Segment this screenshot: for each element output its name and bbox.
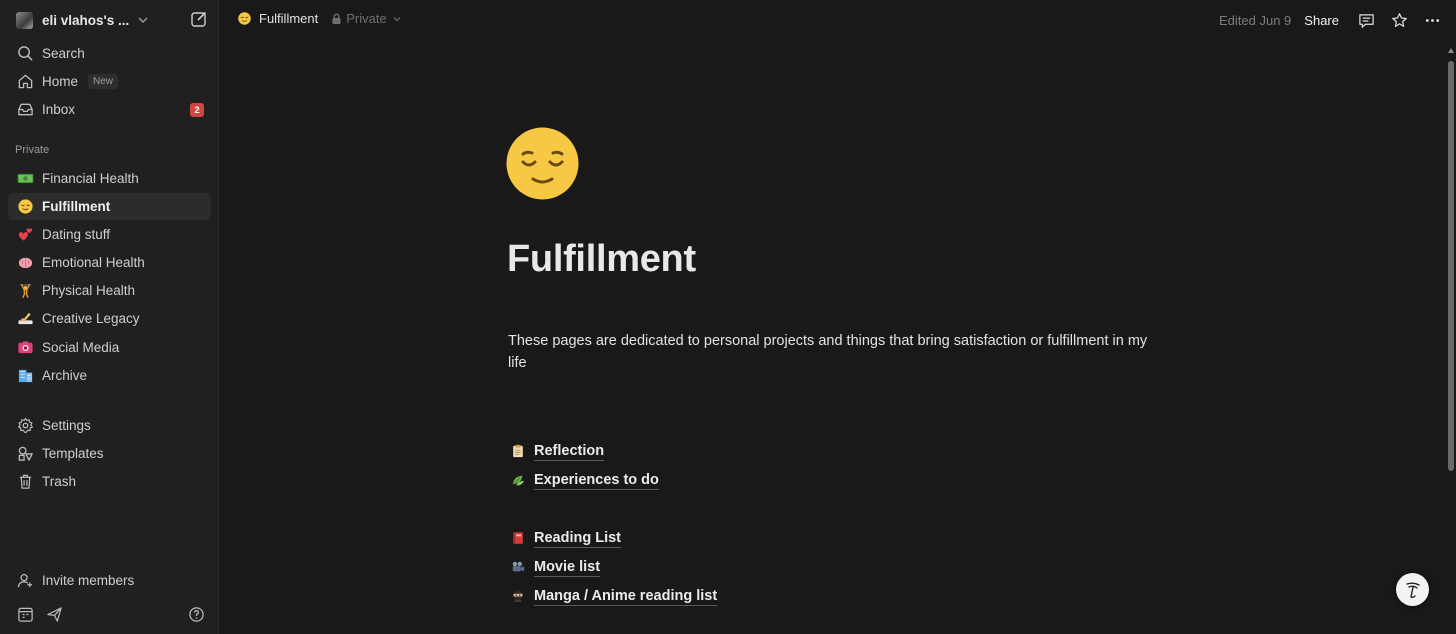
privacy-label: Private bbox=[346, 11, 387, 26]
weightlifter-icon bbox=[16, 282, 34, 300]
red-book-icon bbox=[510, 530, 526, 546]
inbox-count-badge: 2 bbox=[190, 103, 204, 117]
sidebar-item-inbox[interactable]: Inbox 2 bbox=[8, 96, 211, 123]
sidebar-item-emotional-health[interactable]: Emotional Health bbox=[8, 249, 211, 276]
relieved-face-icon bbox=[16, 198, 34, 216]
writing-hand-icon bbox=[16, 310, 34, 328]
ninja-icon bbox=[510, 588, 526, 604]
calendar-icon[interactable] bbox=[15, 604, 35, 624]
trash-icon bbox=[16, 473, 34, 491]
movie-camera-icon bbox=[510, 559, 526, 575]
edited-timestamp: Edited Jun 9 bbox=[1219, 12, 1292, 28]
sidebar-item-label: Social Media bbox=[42, 340, 120, 355]
sidebar-item-fulfillment[interactable]: Fulfillment bbox=[8, 193, 211, 220]
page-link-reflection[interactable]: Reflection bbox=[510, 440, 605, 462]
page-description[interactable]: These pages are dedicated to personal pr… bbox=[508, 330, 1148, 374]
scroll-up-arrow-icon[interactable] bbox=[1448, 48, 1454, 53]
star-icon[interactable] bbox=[1390, 11, 1408, 29]
page-link-movie-list[interactable]: Movie list bbox=[510, 556, 601, 578]
privacy-dropdown[interactable]: Private bbox=[331, 11, 406, 26]
search-icon bbox=[16, 45, 34, 63]
sidebar-item-label: Settings bbox=[42, 418, 91, 433]
sidebar-item-label: Templates bbox=[42, 446, 104, 461]
camera-icon bbox=[16, 339, 34, 357]
sidebar-footer bbox=[14, 604, 210, 626]
sidebar-item-label: Invite members bbox=[42, 573, 135, 588]
sidebar-item-social-media[interactable]: Social Media bbox=[8, 334, 211, 361]
sidebar-item-invite-members[interactable]: Invite members bbox=[8, 567, 211, 594]
sidebar-item-templates[interactable]: Templates bbox=[8, 440, 211, 467]
assistant-face-icon bbox=[1405, 582, 1420, 598]
sidebar-item-archive[interactable]: Archive bbox=[8, 362, 211, 389]
leaves-icon bbox=[510, 472, 526, 488]
page-link-label: Movie list bbox=[534, 558, 601, 577]
sidebar-item-financial-health[interactable]: Financial Health bbox=[8, 165, 211, 192]
gear-icon bbox=[16, 417, 34, 435]
add-user-icon bbox=[16, 572, 34, 590]
comment-icon[interactable] bbox=[1357, 11, 1375, 29]
workspace-avatar bbox=[16, 11, 33, 29]
page-link-manga-anime-reading-list[interactable]: Manga / Anime reading list bbox=[510, 585, 718, 607]
sidebar-item-search[interactable]: Search bbox=[8, 40, 211, 67]
sidebar: eli vlahos's ... Search Home New Inbox 2… bbox=[0, 0, 219, 634]
sidebar-item-label: Physical Health bbox=[42, 283, 136, 298]
sidebar-item-label: Home bbox=[42, 74, 79, 89]
page-link-reading-list[interactable]: Reading List bbox=[510, 527, 622, 549]
sidebar-item-label: Trash bbox=[42, 474, 77, 489]
sidebar-item-label: Fulfillment bbox=[42, 199, 111, 214]
page-link-label: Reading List bbox=[534, 529, 622, 548]
help-circle-icon[interactable] bbox=[186, 604, 206, 624]
sidebar-item-label: Archive bbox=[42, 368, 88, 383]
page-icon-relieved-face[interactable] bbox=[506, 127, 579, 200]
page-link-label: Experiences to do bbox=[534, 471, 659, 490]
hearts-icon bbox=[16, 226, 34, 244]
breadcrumb-page-title[interactable]: Fulfillment bbox=[259, 11, 318, 26]
home-icon bbox=[16, 73, 34, 91]
money-icon bbox=[16, 170, 34, 188]
more-options-icon[interactable] bbox=[1423, 11, 1441, 29]
topbar-actions: Edited Jun 9 Share bbox=[1219, 11, 1456, 29]
send-icon[interactable] bbox=[44, 604, 64, 624]
sidebar-item-home[interactable]: Home New bbox=[8, 68, 211, 95]
inbox-icon bbox=[16, 101, 34, 119]
breadcrumb: Fulfillment Private bbox=[237, 11, 407, 26]
chevron-down-icon bbox=[393, 16, 401, 21]
sidebar-item-dating-stuff[interactable]: Dating stuff bbox=[8, 221, 211, 248]
sidebar-item-trash[interactable]: Trash bbox=[8, 468, 211, 495]
lock-icon bbox=[332, 13, 341, 24]
sidebar-item-label: Emotional Health bbox=[42, 255, 145, 270]
private-section-label: Private bbox=[15, 144, 50, 156]
workspace-switcher[interactable]: eli vlahos's ... bbox=[16, 9, 212, 31]
brain-icon bbox=[16, 254, 34, 272]
scrollbar-thumb[interactable] bbox=[1448, 61, 1454, 471]
building-icon bbox=[16, 367, 34, 385]
share-button[interactable]: Share bbox=[1304, 13, 1339, 28]
chevron-down-icon bbox=[138, 17, 148, 24]
workspace-name: eli vlahos's ... bbox=[42, 12, 130, 28]
clipboard-icon bbox=[510, 443, 526, 459]
page-title[interactable]: Fulfillment bbox=[507, 238, 696, 281]
page-link-experiences-to-do[interactable]: Experiences to do bbox=[510, 469, 659, 491]
help-button[interactable] bbox=[1396, 573, 1429, 606]
scrollbar[interactable] bbox=[1446, 46, 1456, 634]
templates-icon bbox=[16, 445, 34, 463]
page-link-label: Reflection bbox=[534, 442, 605, 461]
sidebar-item-settings[interactable]: Settings bbox=[8, 412, 211, 439]
new-page-icon[interactable] bbox=[190, 10, 208, 28]
sidebar-item-physical-health[interactable]: Physical Health bbox=[8, 277, 211, 304]
sidebar-item-label: Financial Health bbox=[42, 171, 139, 186]
sidebar-item-label: Dating stuff bbox=[42, 227, 111, 242]
sidebar-item-creative-legacy[interactable]: Creative Legacy bbox=[8, 305, 211, 332]
sidebar-item-label: Inbox bbox=[42, 102, 76, 117]
new-badge: New bbox=[88, 74, 119, 89]
page-link-label: Manga / Anime reading list bbox=[534, 587, 718, 606]
sidebar-item-label: Creative Legacy bbox=[42, 311, 140, 326]
sidebar-item-label: Search bbox=[42, 46, 85, 61]
relieved-face-icon bbox=[238, 12, 251, 25]
topbar: Fulfillment Private Edited Jun 9 Share bbox=[220, 0, 1456, 40]
